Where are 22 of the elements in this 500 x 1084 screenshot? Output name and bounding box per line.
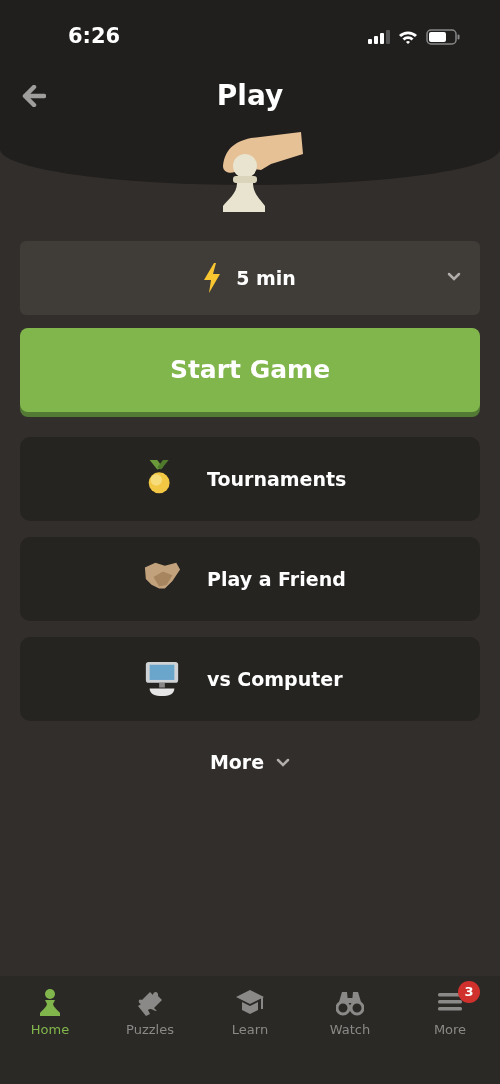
notification-badge: 3 (458, 981, 480, 1003)
menu-option[interactable]: Tournaments (20, 437, 480, 521)
signal-icon (368, 30, 390, 44)
computer-icon (143, 660, 181, 698)
more-button[interactable]: More (209, 748, 291, 777)
menu-option[interactable]: vs Computer (20, 637, 480, 721)
wifi-icon (398, 29, 418, 45)
lightning-icon (204, 263, 221, 293)
page-title: Play (216, 78, 284, 114)
tab-bar-item[interactable]: Learn (200, 980, 300, 1048)
tab-bar-item[interactable]: Watch (300, 980, 400, 1048)
status-time: 6:26 (68, 23, 121, 51)
chevron-down-icon (276, 757, 291, 767)
chevron-down-icon (447, 272, 461, 281)
tab-bar-item[interactable]: Home (0, 980, 100, 1048)
tab-bar-item[interactable]: More 3 (400, 980, 500, 1048)
battery-icon (426, 29, 460, 45)
graduation-cap-icon (236, 988, 264, 1016)
menu-option[interactable]: Play a Friend (20, 537, 480, 621)
time-control-dropdown[interactable]: 5 min (20, 241, 480, 315)
back-arrow-icon[interactable] (22, 85, 46, 107)
tab-bar-item[interactable]: Puzzles (100, 980, 200, 1048)
